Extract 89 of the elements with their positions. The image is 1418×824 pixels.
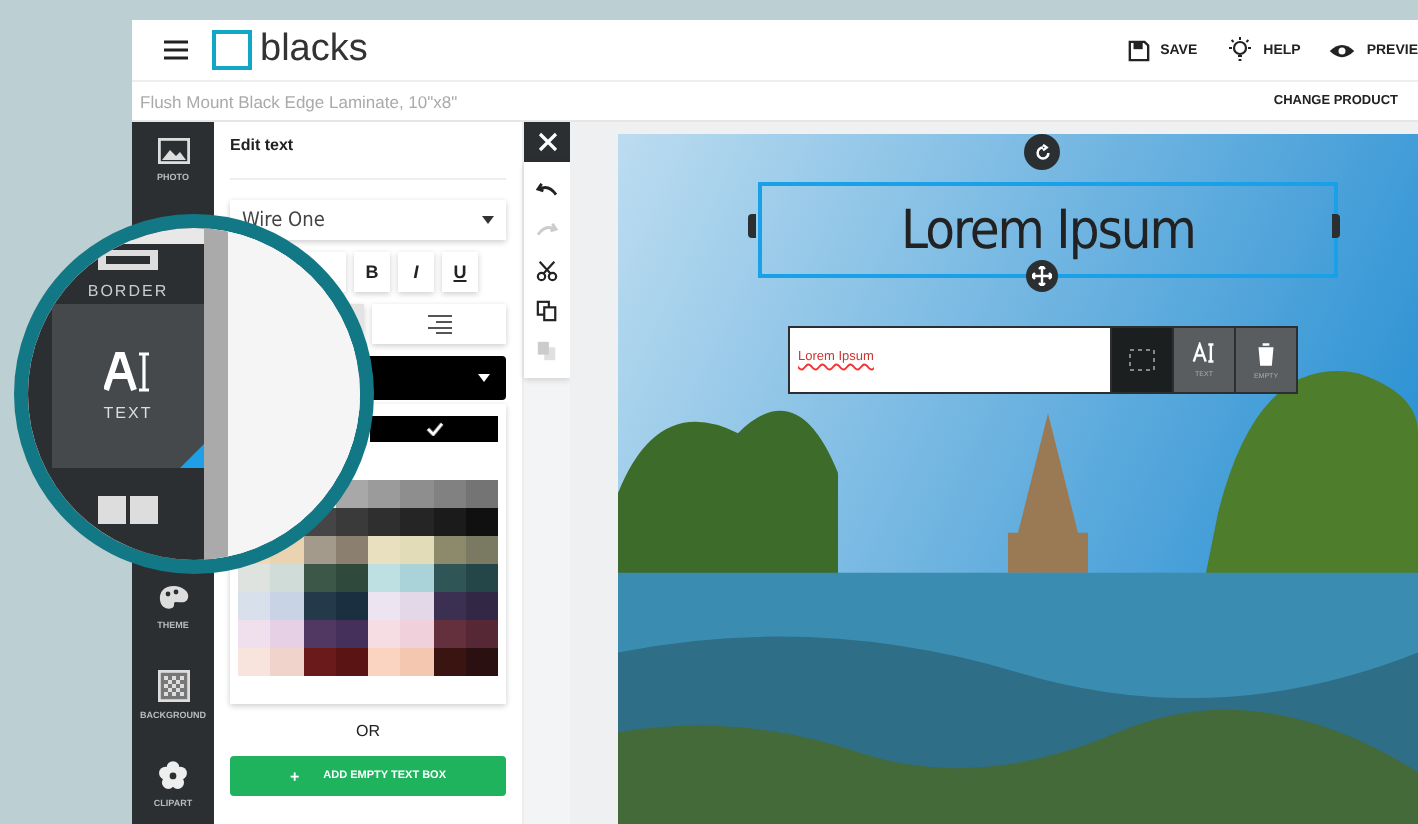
color-swatch[interactable] [368, 592, 401, 620]
color-swatch[interactable] [400, 564, 433, 592]
checkered-pattern-icon [157, 670, 189, 702]
undo-icon [536, 181, 558, 199]
color-swatch[interactable] [238, 620, 271, 648]
eye-icon [1328, 41, 1357, 59]
menu-icon[interactable] [164, 40, 188, 60]
logo-text: blacks [260, 28, 368, 72]
color-swatch[interactable] [433, 564, 466, 592]
color-swatch[interactable] [368, 648, 401, 676]
color-swatch[interactable] [368, 508, 401, 536]
paste-icon [536, 339, 558, 361]
color-swatch[interactable] [303, 648, 336, 676]
scissors-icon [536, 259, 558, 281]
color-swatch[interactable] [303, 536, 336, 564]
color-swatch[interactable] [400, 536, 433, 564]
flower-icon [158, 760, 188, 790]
dashed-frame-icon [1128, 348, 1156, 372]
color-swatch[interactable] [433, 536, 466, 564]
sidebar-item[interactable]: TEXT [52, 304, 204, 468]
color-swatch[interactable] [465, 648, 498, 676]
border-frame-icon [98, 249, 158, 269]
text-cursor-icon [104, 351, 152, 391]
sidebar-item[interactable]: BORDER [52, 244, 204, 304]
logo-square-icon [212, 30, 252, 70]
panel-title: Edit text [230, 136, 506, 180]
color-swatch[interactable] [303, 620, 336, 648]
text-style-button[interactable]: I [398, 252, 434, 292]
caret-icon [482, 216, 494, 224]
color-swatch[interactable] [238, 648, 271, 676]
color-swatch[interactable] [238, 564, 271, 592]
color-swatch[interactable] [465, 480, 498, 508]
close-button[interactable] [524, 122, 570, 162]
align-right-icon [427, 314, 451, 334]
color-swatch[interactable] [335, 620, 368, 648]
color-swatch[interactable] [335, 508, 368, 536]
trash-icon [1256, 341, 1276, 365]
color-swatch[interactable] [270, 648, 303, 676]
color-swatch[interactable] [368, 620, 401, 648]
color-swatch[interactable] [400, 620, 433, 648]
color-swatch[interactable] [433, 480, 466, 508]
color-swatch[interactable] [368, 536, 401, 564]
resize-handle[interactable] [1332, 214, 1340, 238]
color-swatch[interactable] [370, 416, 498, 442]
color-swatch[interactable] [400, 592, 433, 620]
lightbulb-icon [1225, 36, 1254, 64]
color-swatch[interactable] [465, 536, 498, 564]
color-swatch[interactable] [465, 564, 498, 592]
copy-icon [536, 299, 558, 321]
color-swatch[interactable] [270, 592, 303, 620]
align-right-button[interactable] [372, 304, 506, 344]
color-swatch[interactable] [303, 564, 336, 592]
color-swatch[interactable] [238, 592, 271, 620]
palette-icon [157, 584, 189, 612]
color-swatch[interactable] [270, 564, 303, 592]
color-swatch[interactable] [400, 480, 433, 508]
canvas-text: Lorem Ipsum [901, 199, 1195, 261]
color-swatch[interactable] [433, 648, 466, 676]
color-swatch[interactable] [433, 508, 466, 536]
checkmark-icon [425, 422, 443, 436]
color-swatch[interactable] [335, 564, 368, 592]
close-icon [537, 132, 557, 152]
color-swatch[interactable] [400, 508, 433, 536]
color-swatch[interactable] [303, 592, 336, 620]
product-name: Flush Mount Black Edge Laminate, 10"x8" [140, 91, 458, 111]
color-swatch[interactable] [433, 620, 466, 648]
text-style-button[interactable]: U [442, 252, 478, 292]
or-separator: OR [354, 722, 382, 740]
layout-grid-icon [98, 496, 158, 524]
color-swatch[interactable] [368, 480, 401, 508]
text-cursor-icon [1192, 342, 1216, 364]
color-swatch[interactable] [465, 508, 498, 536]
color-swatch[interactable] [465, 620, 498, 648]
resize-handle[interactable] [748, 214, 756, 238]
color-swatch[interactable] [335, 648, 368, 676]
color-swatch[interactable] [335, 592, 368, 620]
caret-icon [478, 374, 490, 382]
color-swatch[interactable] [335, 536, 368, 564]
frame-button[interactable] [1112, 328, 1172, 392]
redo-icon [536, 221, 558, 239]
color-swatch[interactable] [270, 620, 303, 648]
text-box[interactable]: Lorem Ipsum [758, 182, 1338, 278]
color-swatch[interactable] [368, 564, 401, 592]
color-swatch[interactable] [465, 592, 498, 620]
color-swatch[interactable] [433, 592, 466, 620]
image-icon [157, 138, 189, 164]
move-arrows-icon [1032, 266, 1052, 286]
color-swatch[interactable] [400, 648, 433, 676]
rotate-icon [1033, 143, 1051, 161]
